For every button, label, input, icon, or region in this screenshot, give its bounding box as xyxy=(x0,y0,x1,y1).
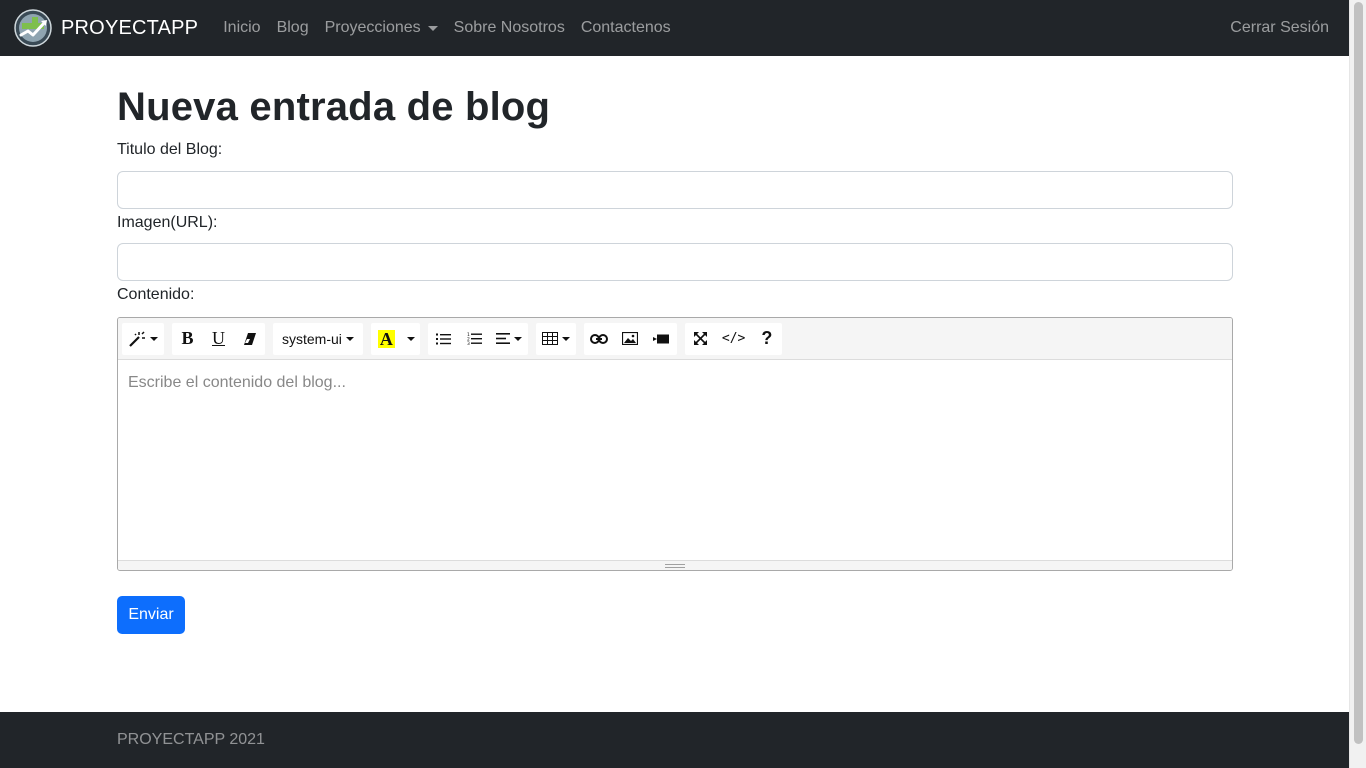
title-label: Titulo del Blog: xyxy=(117,141,223,158)
picture-icon xyxy=(622,332,639,345)
grip-icon xyxy=(665,563,685,568)
magic-wand-icon xyxy=(129,330,145,347)
table-icon xyxy=(541,332,558,345)
font-style-group: B U xyxy=(172,322,265,355)
table-group xyxy=(535,322,576,355)
align-left-icon xyxy=(495,333,510,344)
code-view-button[interactable]: </> xyxy=(716,323,751,355)
video-icon xyxy=(653,334,670,343)
help-button[interactable]: ? xyxy=(751,323,782,355)
logout-link[interactable]: Cerrar Sesión xyxy=(1222,19,1333,37)
paragraph-align-dropdown[interactable] xyxy=(490,323,528,355)
font-family-value: system-ui xyxy=(282,330,342,347)
editor-placeholder: Escribe el contenido del blog... xyxy=(128,374,346,391)
editor-resize-handle[interactable] xyxy=(118,560,1232,570)
font-name-group: system-ui xyxy=(273,322,363,355)
image-url-label: Imagen(URL): xyxy=(117,214,218,231)
caret-down-icon xyxy=(345,336,354,341)
view-group: </> ? xyxy=(684,322,783,355)
nav-proyecciones-dropdown[interactable]: Proyecciones xyxy=(317,19,446,37)
bold-icon: B xyxy=(181,328,194,348)
insert-group xyxy=(583,322,677,355)
code-view-icon: </> xyxy=(721,331,746,346)
style-dropdown-button[interactable] xyxy=(122,323,164,355)
fullscreen-button[interactable] xyxy=(685,323,716,355)
svg-text:3: 3 xyxy=(467,341,470,345)
caret-down-icon xyxy=(406,336,415,341)
navbar: PROYECTAPP Inicio Blog Proyecciones Sobr… xyxy=(0,0,1349,56)
ordered-list-icon: 1 2 3 xyxy=(467,332,482,345)
editor-toolbar: B U system-ui A 1 2 3 </> ? xyxy=(118,318,1232,360)
chevron-down-icon xyxy=(427,26,438,31)
image-url-input[interactable] xyxy=(117,243,1233,281)
submit-button[interactable]: Enviar xyxy=(117,596,185,634)
ordered-list-button[interactable]: 1 2 3 xyxy=(459,323,490,355)
content-label: Contenido: xyxy=(117,286,195,303)
style-group xyxy=(122,322,164,355)
nav-menu: Inicio Blog Proyecciones Sobre Nosotros … xyxy=(215,19,678,37)
unordered-list-button[interactable] xyxy=(428,323,459,355)
color-dropdown-button[interactable] xyxy=(402,323,420,355)
help-icon: ? xyxy=(761,328,773,348)
brand-logo-icon xyxy=(14,9,52,47)
caret-down-icon xyxy=(513,336,522,341)
bold-button[interactable]: B xyxy=(172,323,203,355)
brand-link[interactable]: PROYECTAPP xyxy=(14,9,198,47)
underline-icon: U xyxy=(212,328,225,348)
brand-name: PROYECTAPP xyxy=(61,16,199,39)
paragraph-group: 1 2 3 xyxy=(427,322,528,355)
insert-picture-button[interactable] xyxy=(615,323,646,355)
clear-format-button[interactable] xyxy=(234,323,265,355)
footer-copyright: PROYECTAPP 2021 xyxy=(117,731,265,748)
insert-link-button[interactable] xyxy=(584,323,615,355)
nav-proyecciones-label: Proyecciones xyxy=(324,19,421,36)
caret-down-icon xyxy=(561,336,570,341)
blog-title-input[interactable] xyxy=(117,171,1233,209)
page-scrollbar[interactable] xyxy=(1349,0,1366,768)
page-title: Nueva entrada de blog xyxy=(117,85,551,129)
recent-color-button[interactable]: A xyxy=(371,323,402,355)
scrollbar-thumb[interactable] xyxy=(1354,2,1363,744)
underline-button[interactable]: U xyxy=(203,323,234,355)
rich-text-editor: B U system-ui A 1 2 3 </> ? Escribe el c… xyxy=(117,317,1233,571)
nav-right: Cerrar Sesión xyxy=(1222,19,1333,37)
caret-down-icon xyxy=(150,336,158,341)
nav-blog[interactable]: Blog xyxy=(269,19,317,37)
nav-inicio[interactable]: Inicio xyxy=(215,19,268,37)
insert-video-button[interactable] xyxy=(646,323,677,355)
nav-contactenos[interactable]: Contactenos xyxy=(573,19,679,37)
main-content: Nueva entrada de blog Titulo del Blog: I… xyxy=(117,56,1233,634)
fullscreen-icon xyxy=(693,332,707,345)
footer: PROYECTAPP 2021 xyxy=(0,712,1349,768)
eraser-icon xyxy=(243,332,256,345)
editor-content-area[interactable]: Escribe el contenido del blog... xyxy=(118,360,1232,560)
text-color-icon: A xyxy=(377,328,395,349)
nav-sobre-nosotros[interactable]: Sobre Nosotros xyxy=(446,19,573,37)
color-group: A xyxy=(370,322,420,355)
font-family-dropdown[interactable]: system-ui xyxy=(273,323,363,355)
unordered-list-icon xyxy=(435,333,451,344)
link-icon xyxy=(590,333,609,344)
table-dropdown-button[interactable] xyxy=(536,323,576,355)
